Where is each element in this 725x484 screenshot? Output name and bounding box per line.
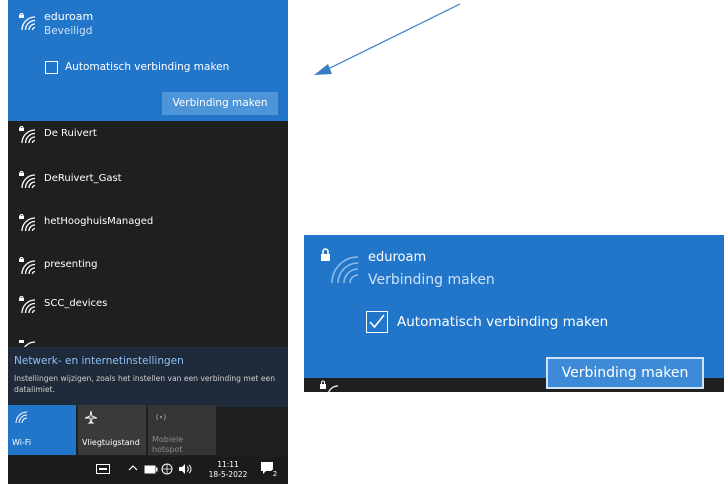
- quick-action-label: Mobiele hotspot: [152, 435, 184, 454]
- secured-wifi-icon: [18, 295, 36, 318]
- settings-title[interactable]: Netwerk- en internetinstellingen: [14, 355, 184, 367]
- secured-wifi-icon: [18, 213, 36, 236]
- network-ssid: eduroam: [368, 250, 427, 265]
- hotspot-icon: [154, 409, 168, 428]
- connect-button[interactable]: Verbinding maken: [546, 357, 704, 389]
- secured-wifi-icon: [18, 170, 36, 193]
- clock-date: 18-5-2022: [208, 470, 248, 479]
- auto-connect-checkbox[interactable]: [366, 311, 388, 333]
- network-item[interactable]: De Ruivert: [8, 114, 288, 154]
- secured-wifi-icon: [18, 256, 36, 279]
- auto-connect-label[interactable]: Automatisch verbinding maken: [65, 61, 229, 73]
- quick-action-label: Vliegtuigstand: [82, 438, 140, 447]
- network-name: DeRuivert_Gast: [44, 173, 122, 184]
- network-status: Verbinding maken: [368, 272, 495, 288]
- quick-action-hotspot: Mobiele hotspot: [148, 405, 216, 455]
- network-item[interactable]: DeRuivert_Gast: [8, 159, 288, 199]
- connect-button[interactable]: Verbinding maken: [162, 92, 278, 115]
- network-name: presenting: [44, 259, 98, 270]
- network-status: Beveiligd: [44, 25, 93, 37]
- keyboard-icon[interactable]: [96, 463, 110, 478]
- screenshot-root: eduroam Beveiligd Automatisch verbinding…: [0, 0, 725, 484]
- secured-wifi-icon: [18, 12, 36, 35]
- auto-connect-checkbox[interactable]: [45, 61, 58, 74]
- network-item[interactable]: presenting: [8, 245, 288, 285]
- network-name: De Ruivert: [44, 128, 97, 139]
- network-flyout: eduroam Beveiligd Automatisch verbinding…: [8, 0, 288, 484]
- wifi-icon: [14, 409, 28, 428]
- volume-icon[interactable]: [178, 463, 192, 478]
- quick-action-label: Wi-Fi: [12, 438, 32, 447]
- quick-action-airplane[interactable]: Vliegtuigstand: [78, 405, 146, 455]
- auto-connect-label[interactable]: Automatisch verbinding maken: [397, 314, 608, 330]
- chevron-up-icon[interactable]: [128, 463, 138, 476]
- selected-network[interactable]: eduroam Beveiligd Automatisch verbinding…: [8, 0, 288, 121]
- network-globe-icon[interactable]: [161, 463, 173, 478]
- pointer-arrow: [314, 3, 461, 75]
- secured-wifi-icon: [318, 245, 359, 289]
- network-item[interactable]: hetHooghuisManaged: [8, 202, 288, 242]
- network-name: hetHooghuisManaged: [44, 216, 154, 227]
- zoomed-network-panel: eduroam Verbinding maken Automatisch ver…: [304, 235, 724, 392]
- network-name: SCC_devices: [44, 298, 108, 309]
- checkmark-icon: [369, 314, 385, 329]
- taskbar: 11:11 18-5-2022 2: [8, 457, 288, 484]
- network-item-partial[interactable]: [8, 326, 288, 348]
- taskbar-clock[interactable]: 11:11 18-5-2022: [208, 460, 248, 480]
- settings-description: Instellingen wijzigen, zoals het instell…: [14, 374, 276, 394]
- secured-wifi-icon: [18, 125, 36, 148]
- network-settings-link[interactable]: Netwerk- en internetinstellingen Instell…: [8, 347, 288, 407]
- quick-action-wifi[interactable]: Wi-Fi: [8, 405, 76, 455]
- battery-icon[interactable]: [144, 465, 158, 477]
- airplane-icon: [84, 409, 98, 428]
- secured-wifi-icon: [320, 380, 339, 392]
- network-item[interactable]: SCC_devices: [8, 284, 288, 324]
- notification-badge: 2: [270, 469, 280, 479]
- network-ssid: eduroam: [44, 10, 94, 23]
- clock-time: 11:11: [217, 460, 239, 469]
